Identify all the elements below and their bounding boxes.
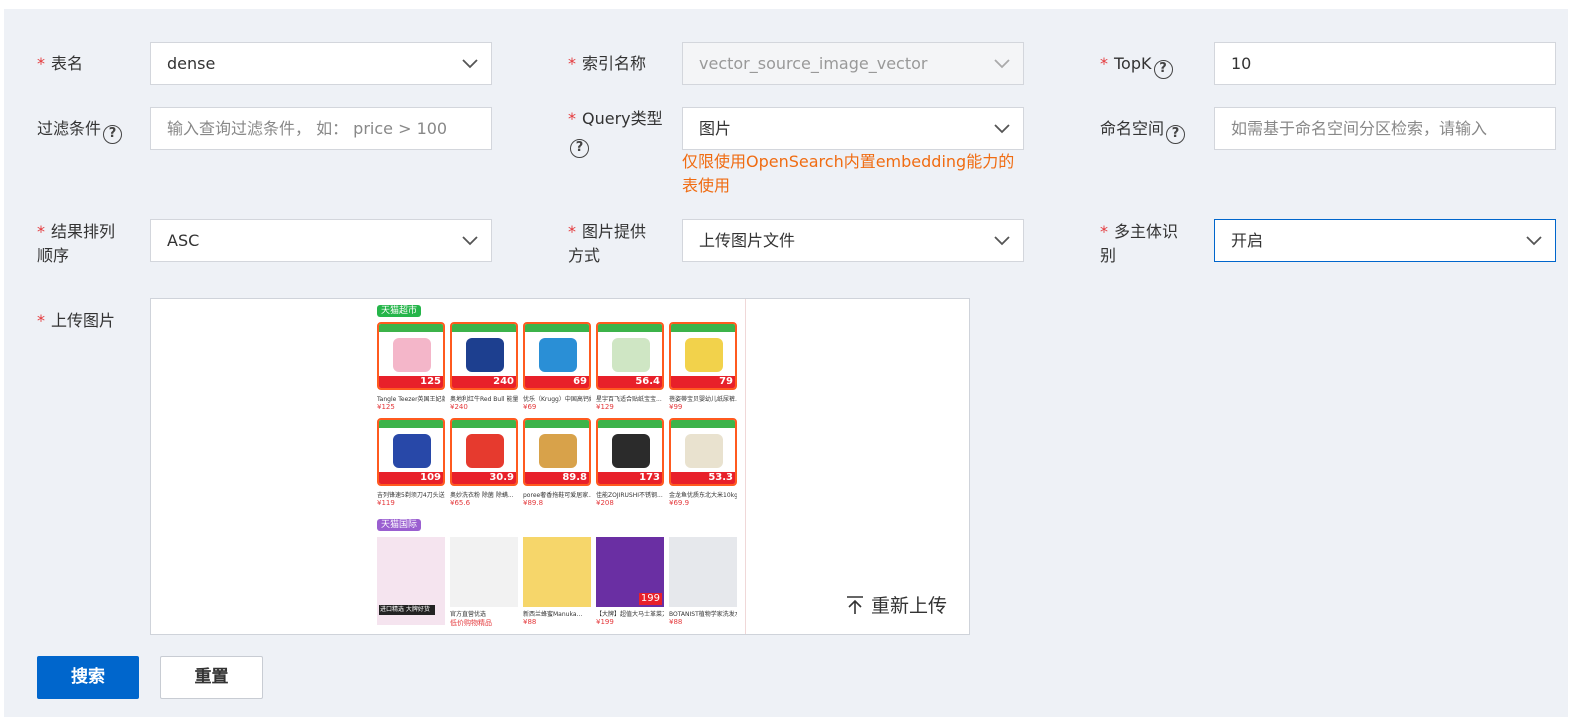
query-type-warning: 仅限使用OpenSearch内置embedding能力的表使用	[682, 152, 1015, 195]
query-type-select[interactable]: 图片	[682, 107, 1024, 150]
preview-divider	[745, 299, 746, 634]
product-tile: 56.4	[596, 322, 664, 390]
product-caption: 吉列锋速5剃须刀4刀头送...	[377, 492, 445, 499]
product-caption: 官方直营优选	[450, 611, 487, 618]
product-caption: BOTANIST植物学家洗发水...	[669, 611, 737, 618]
sort-order-label: * 结果排列 顺序	[37, 222, 116, 265]
product-price: ¥119	[377, 499, 395, 507]
chevron-down-icon	[461, 233, 479, 247]
upload-image-label: * 上传图片	[37, 311, 116, 330]
query-type-label: * Query类型?	[568, 107, 678, 158]
product-caption: 星宇百飞适合贴纸宝宝...	[596, 396, 662, 403]
product-tile: 30.9	[450, 418, 518, 486]
product-caption: 优乐（Krugg）中国高钙奶...	[523, 396, 591, 403]
help-icon[interactable]: ?	[1166, 125, 1186, 144]
filter-label: 过滤条件?	[37, 117, 123, 144]
filter-input[interactable]: 输入查询过滤条件， 如： price > 100	[150, 107, 492, 150]
uploaded-image-preview: 天猫超市 125 240 69 56.4 79 Tangle Teezer英国王…	[377, 305, 741, 630]
product-image	[450, 537, 518, 607]
product-price: ¥129	[596, 403, 614, 411]
chevron-down-icon	[1525, 233, 1543, 247]
product-caption: Tangle Teezer英国王妃款美...	[377, 396, 445, 403]
product-caption: 新西兰蜂蜜Manuka...	[523, 611, 583, 618]
product-price: ¥69.9	[669, 499, 690, 507]
upload-icon	[847, 595, 863, 614]
product-image: 199	[596, 537, 664, 607]
product-price: ¥69	[523, 403, 537, 411]
product-price: ¥125	[377, 403, 395, 411]
product-price: 低价购物精品	[450, 619, 492, 627]
multi-subject-label: * 多主体识别	[1100, 222, 1179, 265]
chevron-down-icon	[993, 121, 1011, 135]
product-tile: 89.8	[523, 418, 591, 486]
reset-button[interactable]: 重置	[160, 656, 263, 699]
product-caption: 进口精选 大牌好货	[379, 605, 435, 615]
product-tile: 125	[377, 322, 445, 390]
search-button[interactable]: 搜索	[37, 656, 139, 699]
namespace-input[interactable]: 如需基于命名空间分区检索，请输入	[1214, 107, 1556, 150]
product-price: ¥240	[450, 403, 468, 411]
product-price: ¥89.8	[523, 499, 544, 507]
help-icon[interactable]: ?	[103, 125, 123, 144]
product-caption: 金龙鱼优质东北大米10kg...	[669, 492, 737, 499]
tmall-global-tag: 天猫国际	[377, 519, 422, 531]
product-caption: 奥地利红牛Red Bull 能量饮...	[450, 396, 518, 403]
help-icon[interactable]: ?	[1153, 60, 1173, 79]
product-tile: 79	[669, 322, 737, 390]
product-price: ¥208	[596, 499, 614, 507]
sort-order-select[interactable]: ASC	[150, 219, 492, 262]
chevron-down-icon	[461, 56, 479, 70]
topk-input[interactable]: 10	[1214, 42, 1556, 85]
product-price: ¥99	[669, 403, 683, 411]
tmall-supermarket-tag: 天猫超市	[377, 305, 422, 317]
product-price: ¥88	[523, 618, 537, 626]
help-icon[interactable]: ?	[570, 139, 589, 158]
chevron-down-icon	[993, 56, 1011, 70]
image-source-label: * 图片提供 方式	[568, 222, 647, 265]
product-price: ¥65.6	[450, 499, 471, 507]
product-tile: 240	[450, 322, 518, 390]
product-tile: 53.3	[669, 418, 737, 486]
product-tile: 69	[523, 322, 591, 390]
reupload-button[interactable]: 重新上传	[845, 591, 947, 618]
multi-subject-select[interactable]: 开启	[1214, 219, 1556, 262]
table-name-select[interactable]: dense	[150, 42, 492, 85]
table-name-label: * 表名	[37, 54, 84, 73]
chevron-down-icon	[993, 233, 1011, 247]
product-tile: 109	[377, 418, 445, 486]
product-image	[523, 537, 591, 607]
product-caption: 佳能ZOJIRUSHI不锈钢...	[596, 492, 663, 499]
product-caption: 奥妙洗衣粉 除菌 除螨...	[450, 492, 514, 499]
product-caption: poree奢香拖鞋可爱居家...	[523, 492, 591, 499]
product-caption: 蓓姿蒂宝贝婴幼儿纸尿裤...	[669, 396, 737, 403]
product-image	[669, 537, 737, 607]
index-name-select: vector_source_image_vector	[682, 42, 1024, 85]
upload-image-area[interactable]: 天猫超市 125 240 69 56.4 79 Tangle Teezer英国王…	[150, 298, 970, 635]
namespace-label: 命名空间?	[1100, 117, 1186, 144]
product-price: ¥199	[596, 618, 614, 626]
product-price: ¥88	[669, 618, 683, 626]
product-caption: 【大牌】超值大马士革菜刀...	[596, 611, 664, 618]
image-source-select[interactable]: 上传图片文件	[682, 219, 1024, 262]
product-tile: 173	[596, 418, 664, 486]
index-name-label: * 索引名称	[568, 54, 647, 73]
topk-label: * TopK?	[1100, 52, 1173, 79]
